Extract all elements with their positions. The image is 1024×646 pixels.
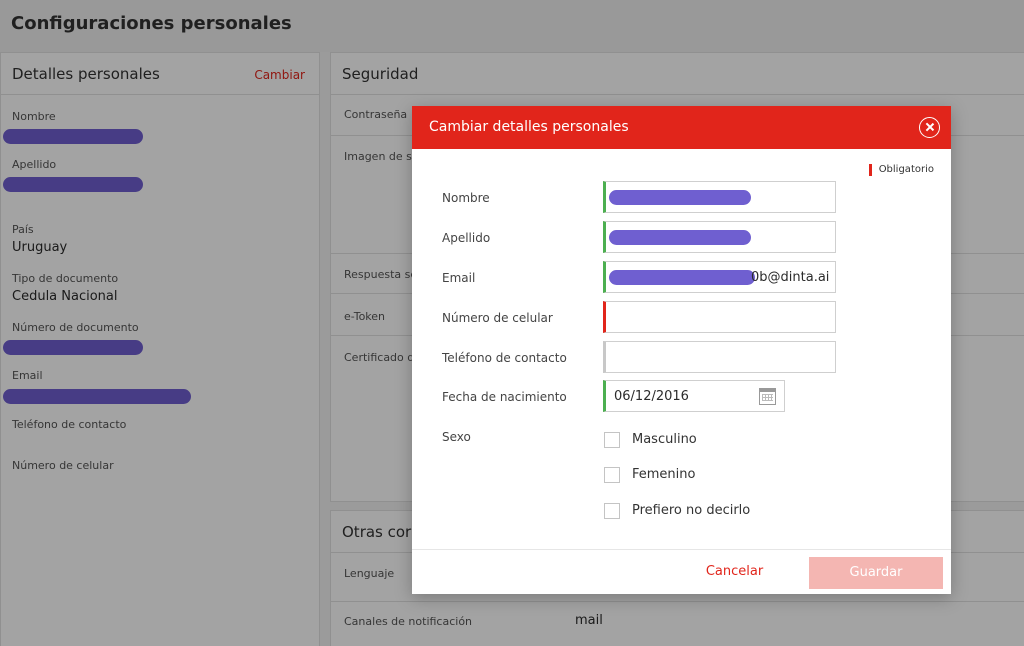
telefono-input[interactable] (603, 341, 836, 373)
sex-option-label: Femenino (632, 467, 696, 482)
calendar-icon[interactable] (759, 388, 776, 405)
sex-option-label: Masculino (632, 432, 697, 447)
required-note: Obligatorio (868, 164, 934, 176)
apellido-input[interactable] (603, 221, 836, 253)
email-field-label: Email (442, 271, 476, 285)
cancel-button[interactable]: Cancelar (672, 560, 797, 584)
sex-option-label: Prefiero no decirlo (632, 503, 751, 518)
redacted-email-value (609, 270, 755, 285)
email-input[interactable]: 0b@dinta.ai (603, 261, 836, 293)
save-button[interactable]: Guardar (809, 557, 943, 589)
celular-input[interactable] (603, 301, 836, 333)
birthdate-input[interactable]: 06/12/2016 (603, 380, 785, 412)
nombre-field-label: Nombre (442, 191, 490, 205)
nombre-input[interactable] (603, 181, 836, 213)
celular-field-label: Número de celular (442, 311, 553, 325)
modal-header: Cambiar detalles personales (412, 106, 951, 149)
birthdate-value: 06/12/2016 (614, 389, 689, 404)
telefono-field-label: Teléfono de contacto (442, 351, 567, 365)
checkbox-prefer-not[interactable] (604, 503, 620, 519)
checkbox-masculino[interactable] (604, 432, 620, 448)
email-suffix: 0b@dinta.ai (751, 270, 830, 285)
sexo-field-label: Sexo (442, 430, 471, 444)
checkbox-femenino[interactable] (604, 467, 620, 483)
redacted-apellido-value (609, 230, 751, 245)
close-icon[interactable] (919, 117, 940, 138)
modal-footer: Cancelar Guardar (412, 549, 951, 594)
apellido-field-label: Apellido (442, 231, 491, 245)
modal-title: Cambiar detalles personales (429, 119, 629, 135)
change-personal-details-modal: Cambiar detalles personales Obligatorio … (412, 106, 951, 594)
redacted-nombre-value (609, 190, 751, 205)
fecha-field-label: Fecha de nacimiento (442, 390, 567, 404)
